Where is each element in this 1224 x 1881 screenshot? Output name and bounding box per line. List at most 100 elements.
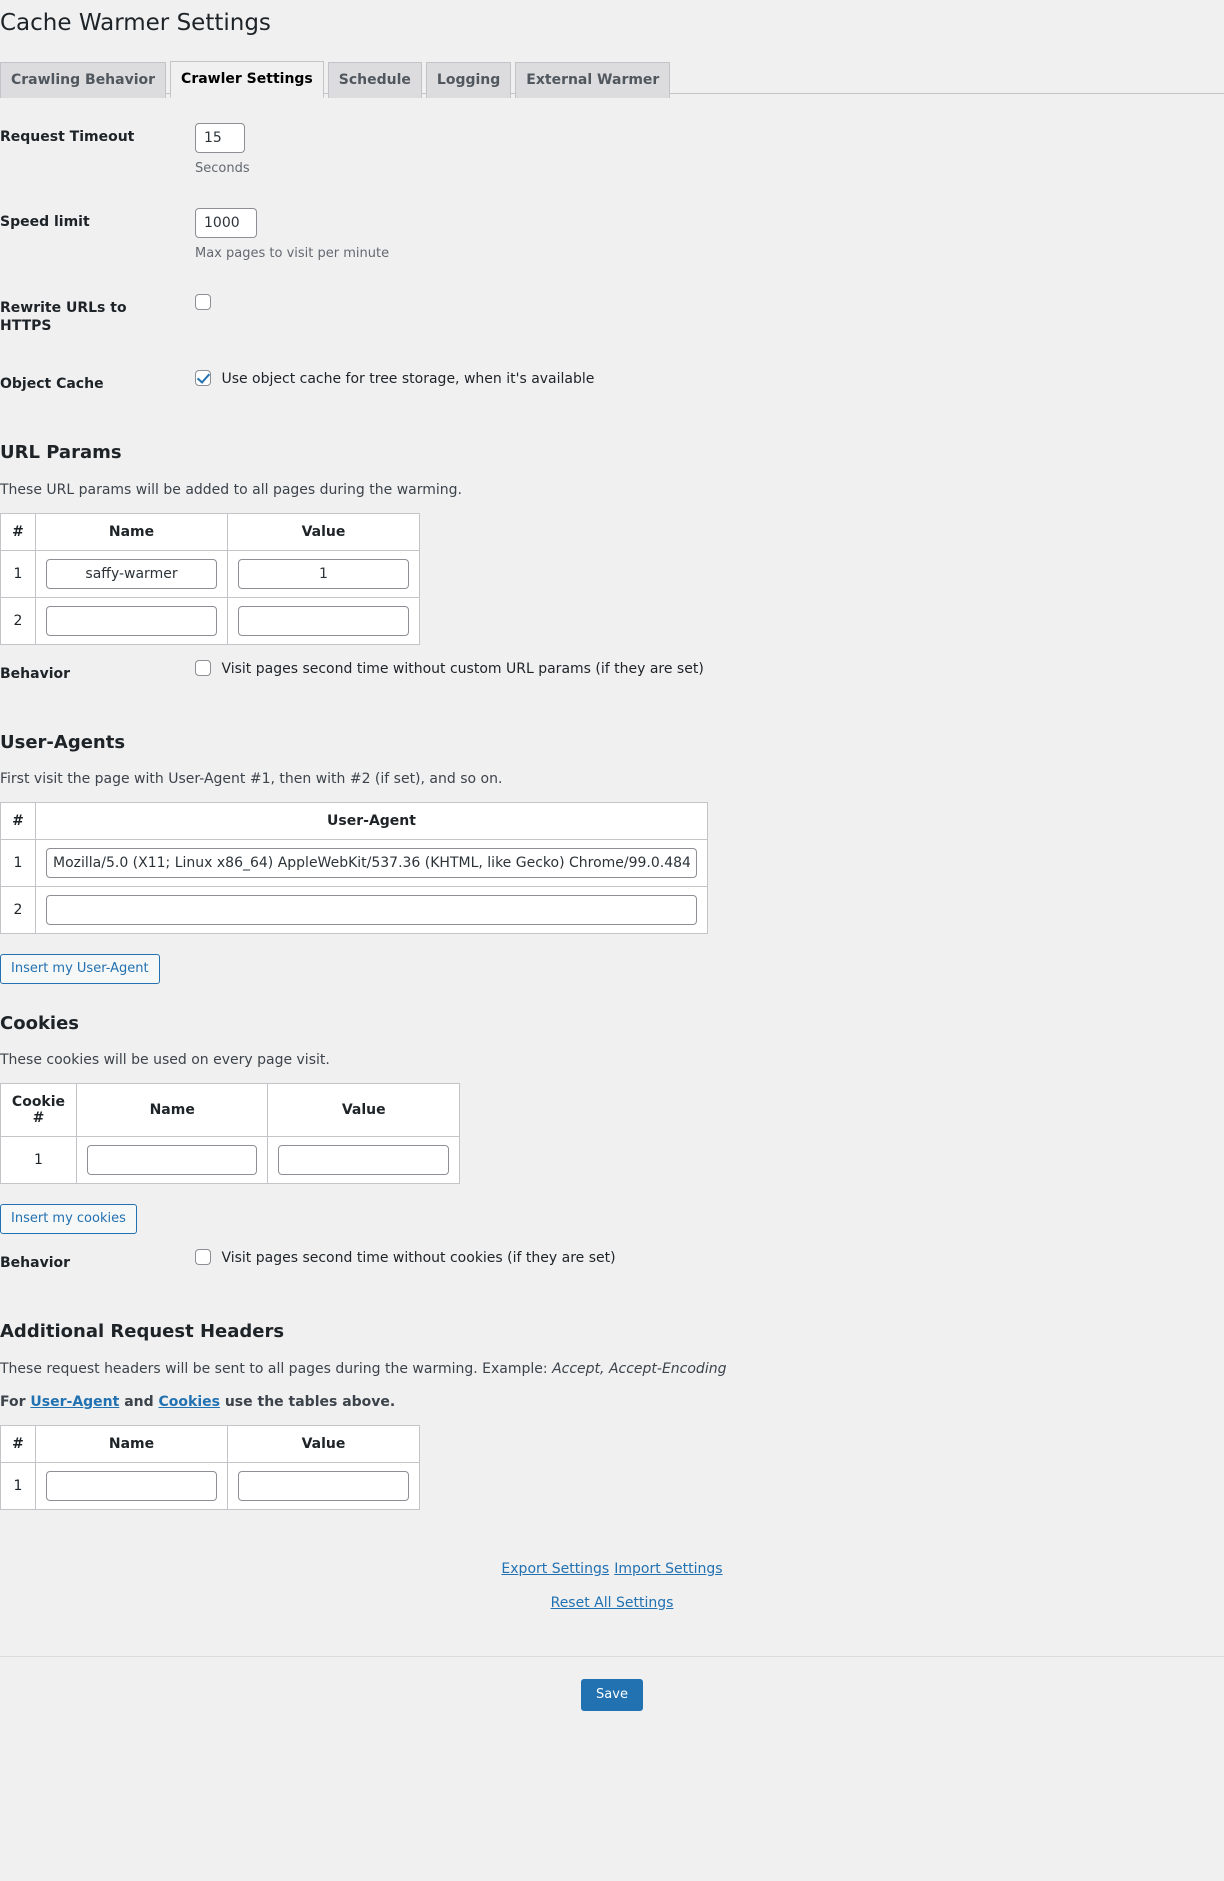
request-timeout-description: Seconds bbox=[195, 160, 250, 176]
user-agent-input-2[interactable] bbox=[46, 895, 697, 926]
speed-limit-label: Speed limit bbox=[0, 214, 90, 231]
rewrite-https-label: Rewrite URLs to HTTPS bbox=[0, 299, 127, 335]
request-headers-col-name: Name bbox=[35, 1424, 228, 1463]
user-agents-table: # User-Agent 1 2 bbox=[0, 802, 708, 935]
user-agents-heading: User-Agents bbox=[0, 731, 126, 753]
request-headers-note: For User-Agent and Cookies use the table… bbox=[0, 1392, 1224, 1413]
request-headers-heading: Additional Request Headers bbox=[0, 1321, 285, 1343]
cookies-behavior-checkbox[interactable] bbox=[195, 1249, 211, 1266]
cookies-behavior-label: Behavior bbox=[0, 1255, 71, 1272]
footer-links-row-2: Reset All Settings bbox=[0, 1592, 1224, 1611]
object-cache-checkbox[interactable] bbox=[195, 370, 211, 387]
request-headers-col-value: Value bbox=[227, 1424, 420, 1463]
url-params-col-index: # bbox=[0, 512, 36, 551]
url-params-behavior-checkbox-label[interactable]: Visit pages second time without custom U… bbox=[195, 659, 704, 677]
url-param-name-input-1[interactable] bbox=[46, 558, 217, 589]
cookie-name-input-1[interactable] bbox=[86, 1145, 258, 1176]
url-params-behavior-form: Behavior Visit pages second time without… bbox=[0, 645, 1224, 703]
user-agent-value-cell bbox=[35, 886, 708, 935]
table-row: 1 bbox=[0, 549, 420, 598]
table-row: 2 bbox=[0, 596, 420, 645]
url-param-name-input-2[interactable] bbox=[46, 605, 217, 636]
form-row-rewrite-https: Rewrite URLs to HTTPS bbox=[0, 279, 1224, 355]
request-header-value-cell bbox=[227, 1461, 420, 1510]
insert-cookies-wrap: Insert my cookies bbox=[0, 1204, 1224, 1235]
request-header-name-cell bbox=[35, 1461, 228, 1510]
request-headers-note-suffix: use the tables above. bbox=[219, 1393, 396, 1410]
table-row: 1 bbox=[0, 1136, 460, 1185]
url-param-name-cell bbox=[35, 549, 228, 598]
user-agent-input-1[interactable] bbox=[46, 848, 697, 879]
import-settings-link[interactable]: Import Settings bbox=[614, 1561, 722, 1577]
user-agent-row-index: 2 bbox=[0, 886, 36, 935]
request-timeout-label: Request Timeout bbox=[0, 128, 135, 145]
footer-links-row-1: Export Settings Import Settings bbox=[0, 1558, 1224, 1577]
request-headers-cookies-link[interactable]: Cookies bbox=[159, 1394, 220, 1410]
save-bar: Save bbox=[0, 1655, 1224, 1735]
user-agent-row-index: 1 bbox=[0, 839, 36, 888]
url-param-value-input-2[interactable] bbox=[238, 605, 409, 636]
request-header-name-input-1[interactable] bbox=[46, 1470, 217, 1501]
rewrite-https-checkbox[interactable] bbox=[195, 293, 211, 310]
form-row-speed-limit: Speed limit Max pages to visit per minut… bbox=[0, 193, 1224, 279]
url-param-name-cell bbox=[35, 596, 228, 645]
speed-limit-input[interactable] bbox=[195, 208, 257, 239]
cookies-header-row: Cookie # Name Value bbox=[0, 1083, 460, 1138]
request-header-value-input-1[interactable] bbox=[238, 1470, 409, 1501]
url-param-row-index: 2 bbox=[0, 596, 36, 645]
url-param-value-cell bbox=[227, 549, 420, 598]
url-params-heading: URL Params bbox=[0, 442, 122, 464]
url-params-table: # Name Value 1 2 bbox=[0, 512, 420, 645]
cookies-behavior-checkbox-text: Visit pages second time without cookies … bbox=[221, 1250, 616, 1267]
table-row: 1 bbox=[0, 1461, 420, 1510]
reset-all-settings-link[interactable]: Reset All Settings bbox=[551, 1595, 674, 1611]
tab-logging[interactable]: Logging bbox=[425, 61, 512, 98]
form-row-object-cache: Object Cache Use object cache for tree s… bbox=[0, 355, 1224, 413]
user-agent-value-cell bbox=[35, 839, 708, 888]
cookies-behavior-checkbox-label[interactable]: Visit pages second time without cookies … bbox=[195, 1249, 616, 1267]
rewrite-https-checkbox-label[interactable] bbox=[195, 293, 217, 311]
url-params-behavior-checkbox[interactable] bbox=[195, 659, 211, 676]
cookie-value-input-1[interactable] bbox=[278, 1145, 449, 1176]
url-params-col-name: Name bbox=[35, 512, 228, 551]
tab-external-warmer[interactable]: External Warmer bbox=[515, 61, 671, 98]
request-headers-description: These request headers will be sent to al… bbox=[0, 1359, 1224, 1380]
table-row: 1 bbox=[0, 839, 708, 888]
cookies-col-value: Value bbox=[267, 1083, 460, 1138]
url-params-description: These URL params will be added to all pa… bbox=[0, 481, 462, 498]
crawler-settings-form: Request Timeout Seconds Speed limit Max … bbox=[0, 108, 1224, 414]
export-settings-link[interactable]: Export Settings bbox=[501, 1561, 609, 1577]
url-param-value-cell bbox=[227, 596, 420, 645]
user-agents-description: First visit the page with User-Agent #1,… bbox=[0, 771, 503, 788]
settings-tabs: Crawling Behavior Crawler Settings Sched… bbox=[0, 60, 1224, 98]
request-headers-note-prefix: For bbox=[0, 1393, 31, 1410]
insert-user-agent-wrap: Insert my User-Agent bbox=[0, 954, 1224, 985]
page-title: Cache Warmer Settings bbox=[0, 10, 271, 36]
url-param-row-index: 1 bbox=[0, 549, 36, 598]
object-cache-checkbox-label[interactable]: Use object cache for tree storage, when … bbox=[195, 370, 595, 388]
tabs-bar: Crawling Behavior Crawler Settings Sched… bbox=[0, 60, 1224, 98]
tab-schedule[interactable]: Schedule bbox=[327, 61, 422, 98]
save-button[interactable]: Save bbox=[581, 1678, 643, 1711]
tab-crawling-behavior[interactable]: Crawling Behavior bbox=[0, 61, 167, 98]
speed-limit-description: Max pages to visit per minute bbox=[195, 246, 390, 262]
cookie-name-cell bbox=[75, 1136, 269, 1185]
request-headers-col-index: # bbox=[0, 1424, 36, 1463]
url-params-header-row: # Name Value bbox=[0, 512, 420, 551]
table-row: 2 bbox=[0, 886, 708, 935]
footer-links: Export Settings Import Settings Reset Al… bbox=[0, 1558, 1224, 1611]
insert-my-user-agent-button[interactable]: Insert my User-Agent bbox=[0, 954, 160, 985]
request-timeout-input[interactable] bbox=[195, 122, 245, 153]
object-cache-checkbox-text: Use object cache for tree storage, when … bbox=[221, 371, 595, 388]
url-params-col-value: Value bbox=[227, 512, 420, 551]
tab-crawler-settings[interactable]: Crawler Settings bbox=[170, 60, 324, 98]
form-row-request-timeout: Request Timeout Seconds bbox=[0, 108, 1224, 194]
settings-page: Cache Warmer Settings Crawling Behavior … bbox=[0, 0, 1224, 1735]
request-headers-user-agent-link[interactable]: User-Agent bbox=[30, 1394, 119, 1410]
request-headers-header-row: # Name Value bbox=[0, 1424, 420, 1463]
url-param-value-input-1[interactable] bbox=[238, 558, 409, 589]
user-agents-col-index: # bbox=[0, 802, 36, 841]
insert-my-cookies-button[interactable]: Insert my cookies bbox=[0, 1204, 137, 1235]
cookie-value-cell bbox=[267, 1136, 460, 1185]
request-headers-description-prefix: These request headers will be sent to al… bbox=[0, 1360, 553, 1377]
